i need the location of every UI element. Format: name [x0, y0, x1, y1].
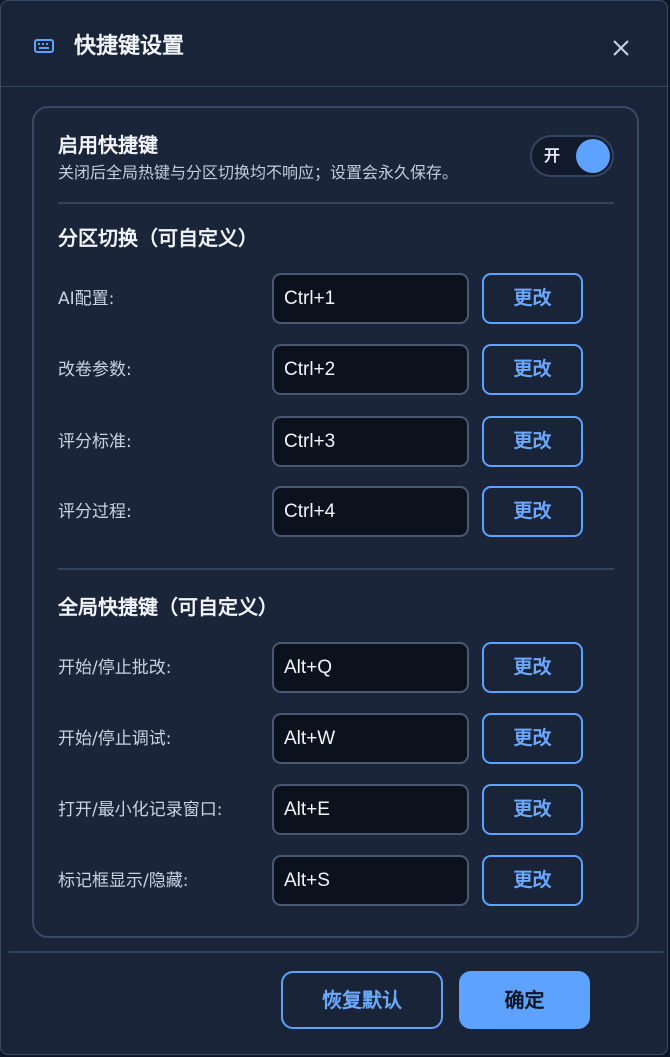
shortcut-input[interactable]: Ctrl+3	[272, 416, 469, 467]
shortcut-input[interactable]: Alt+E	[272, 784, 469, 835]
change-button[interactable]: 更改	[482, 713, 583, 764]
divider	[58, 202, 614, 204]
change-button[interactable]: 更改	[482, 273, 583, 324]
keyboard-icon	[34, 39, 54, 53]
enable-shortcuts-description: 关闭后全局热键与分区切换均不响应；设置会永久保存。	[58, 163, 459, 182]
toggle-knob	[576, 139, 610, 173]
enable-shortcuts-title: 启用快捷键	[58, 133, 158, 157]
change-button[interactable]: 更改	[482, 486, 583, 537]
shortcut-input[interactable]: Alt+S	[272, 855, 469, 906]
shortcut-input[interactable]: Alt+W	[272, 713, 469, 764]
change-button[interactable]: 更改	[482, 416, 583, 467]
row-label: AI配置:	[58, 289, 115, 309]
dialog-title: 快捷键设置	[74, 34, 185, 59]
change-button[interactable]: 更改	[482, 344, 583, 395]
change-button[interactable]: 更改	[482, 855, 583, 906]
shortcut-settings-dialog: 快捷键设置 启用快捷键 关闭后全局热键与分区切换均不响应；设置会永久保存。 开 …	[0, 0, 668, 1055]
global-section-title: 全局快捷键（可自定义）	[58, 595, 278, 619]
shortcut-input[interactable]: Ctrl+4	[272, 486, 469, 537]
enable-shortcuts-toggle[interactable]: 开	[530, 135, 614, 177]
partition-section-title: 分区切换（可自定义）	[58, 226, 258, 250]
shortcut-input[interactable]: Ctrl+2	[272, 344, 469, 395]
divider	[58, 568, 614, 570]
row-label: 标记框显示/隐藏:	[58, 871, 189, 891]
row-label: 评分标准:	[58, 432, 132, 452]
close-icon[interactable]	[607, 34, 635, 62]
restore-defaults-button[interactable]: 恢复默认	[281, 971, 443, 1029]
confirm-button[interactable]: 确定	[459, 971, 590, 1029]
footer-divider	[9, 951, 663, 953]
toggle-label: 开	[544, 146, 561, 165]
shortcut-input[interactable]: Ctrl+1	[272, 273, 469, 324]
row-label: 开始/停止调试:	[58, 729, 172, 749]
change-button[interactable]: 更改	[482, 784, 583, 835]
dialog-titlebar: 快捷键设置	[1, 1, 667, 87]
shortcut-input[interactable]: Alt+Q	[272, 642, 469, 693]
row-label: 开始/停止批改:	[58, 658, 172, 678]
change-button[interactable]: 更改	[482, 642, 583, 693]
row-label: 改卷参数:	[58, 360, 132, 380]
row-label: 打开/最小化记录窗口:	[58, 800, 223, 820]
row-label: 评分过程:	[58, 502, 132, 522]
